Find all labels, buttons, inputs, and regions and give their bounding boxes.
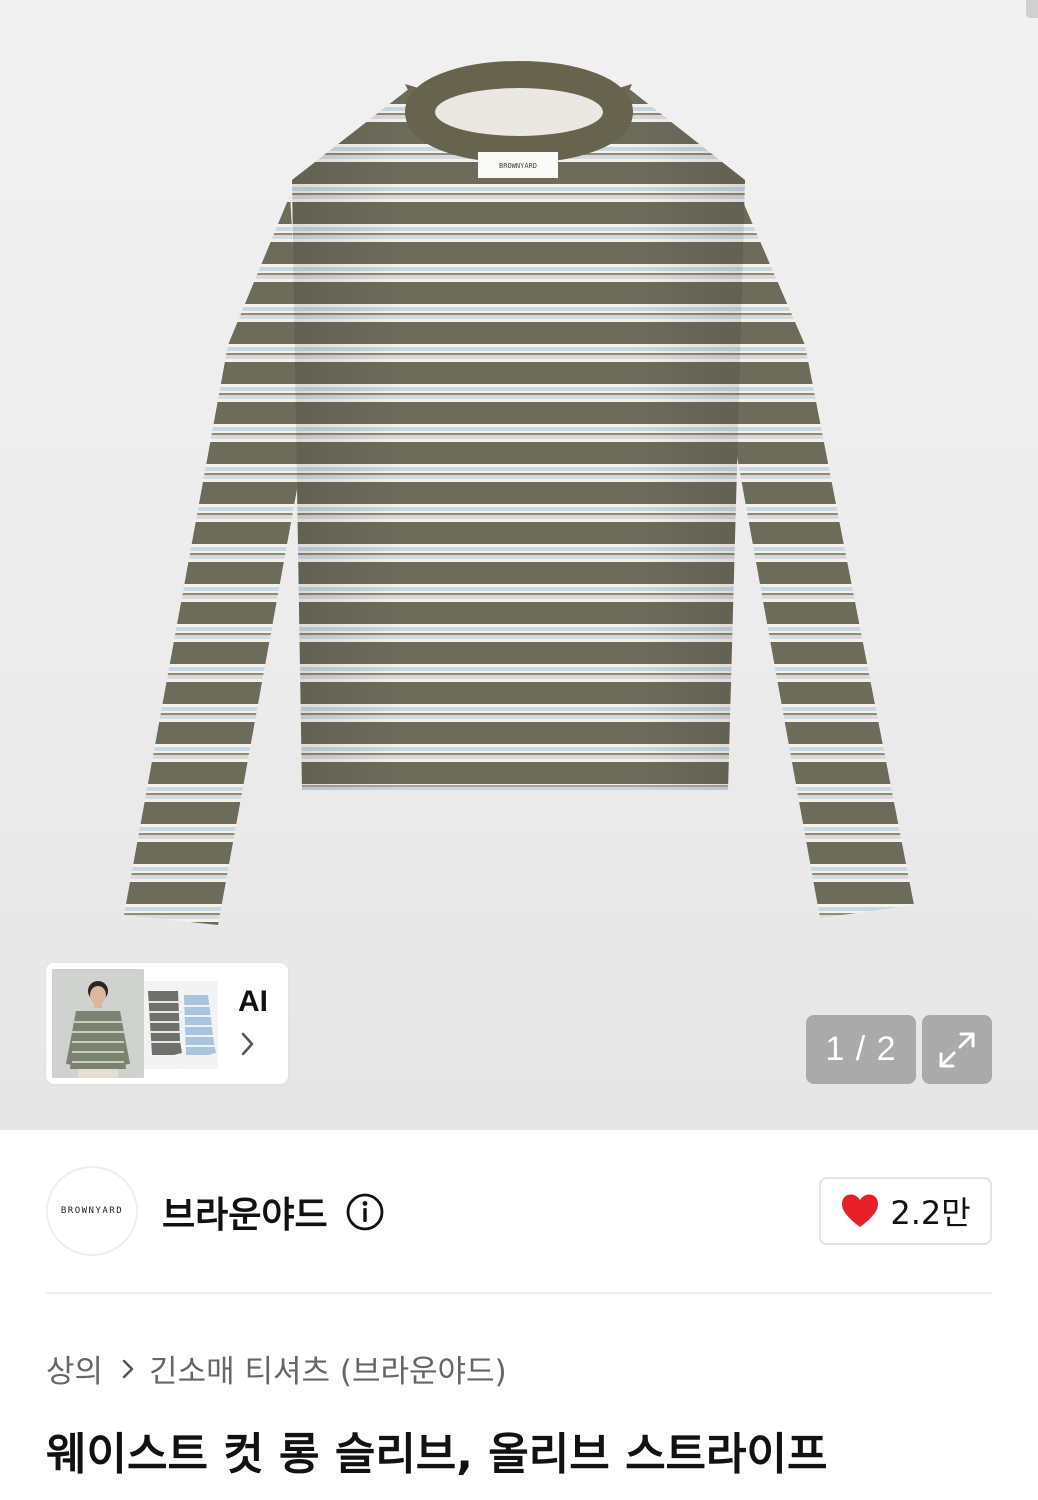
heart-icon — [842, 1194, 879, 1227]
chevron-right-icon — [121, 1358, 135, 1380]
brand-logo-text: BROWNYARD — [60, 1206, 124, 1216]
brand-logo[interactable]: BROWNYARD — [46, 1166, 138, 1256]
chevron-right-icon — [241, 1032, 254, 1056]
neck-label-text: BROWNYARD — [499, 162, 537, 170]
expand-button[interactable] — [922, 1015, 992, 1084]
product-image-gallery[interactable]: BROWNYARD AI 1 / 2 — [0, 0, 1038, 1130]
like-count: 2.2만 — [890, 1194, 971, 1232]
model-thumbnail — [52, 969, 144, 1078]
expand-icon — [939, 1032, 975, 1067]
image-pager: 1 / 2 — [806, 1015, 916, 1084]
ai-label: AI — [238, 985, 268, 1018]
brand-name[interactable]: 브라운야드 — [162, 1186, 328, 1238]
product-photo-striped-shirt: BROWNYARD — [124, 61, 914, 925]
alt-thumbnail-gray — [144, 981, 182, 1069]
alt-thumbnail-blue — [182, 981, 218, 1069]
product-title: 웨이스트 컷 롱 슬리브, 올리브 스트라이프 — [46, 1429, 828, 1480]
divider — [46, 1292, 992, 1294]
breadcrumb-item-subcategory[interactable]: 긴소매 티셔츠 (브라운야드) — [149, 1346, 507, 1391]
like-button[interactable]: 2.2만 — [819, 1177, 992, 1245]
breadcrumb: 상의 긴소매 티셔츠 (브라운야드) — [46, 1346, 507, 1391]
breadcrumb-item-category[interactable]: 상의 — [46, 1346, 103, 1391]
ai-styling-card[interactable]: AI — [46, 963, 288, 1084]
info-icon[interactable] — [345, 1192, 385, 1232]
